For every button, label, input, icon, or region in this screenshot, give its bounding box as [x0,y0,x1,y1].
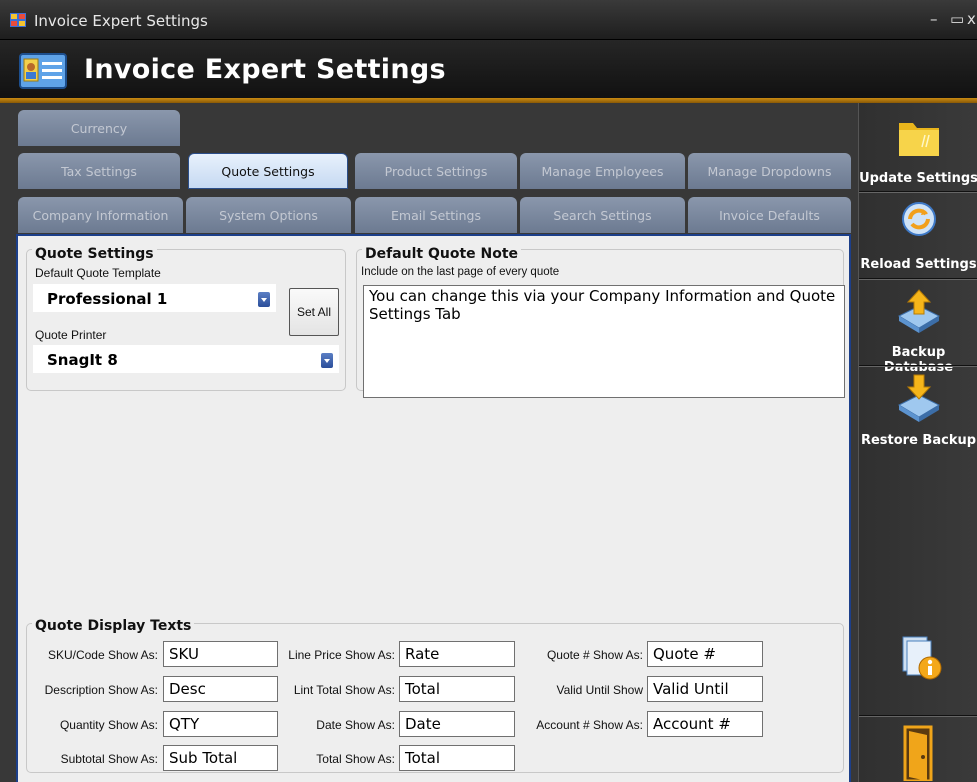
chevron-down-icon[interactable] [321,353,333,368]
sku-label: SKU/Code Show As: [47,648,158,662]
total-input[interactable]: Total [399,745,515,771]
sidebar-separator [859,191,977,193]
quote-printer-label: Quote Printer [35,328,107,342]
quote-printer-select[interactable]: SnagIt 8 [33,345,339,373]
exit-door-icon [903,725,933,781]
backup-icon [897,289,941,333]
update-settings-button[interactable]: Update Settings [859,111,977,193]
exit-button[interactable] [859,719,977,782]
about-button[interactable] [859,625,977,700]
backup-database-button[interactable]: Backup Database [859,282,977,375]
sidebar-separator [859,715,977,717]
set-all-button[interactable]: Set All [289,288,339,336]
default-template-select[interactable]: Professional 1 [33,284,276,312]
maximize-button[interactable]: ▭ [950,10,964,28]
quote-printer-value: SnagIt 8 [47,351,118,369]
default-template-label: Default Quote Template [35,266,161,280]
description-input[interactable]: Desc [163,676,278,702]
account-number-input[interactable]: Account # [647,711,763,737]
tab-invoice-defaults[interactable]: Invoice Defaults [688,197,851,233]
default-note-title: Default Quote Note [362,246,522,262]
tab-product-settings[interactable]: Product Settings [355,153,517,189]
date-input[interactable]: Date [399,711,515,737]
account-number-label: Account # Show As: [536,718,643,732]
tab-email-settings[interactable]: Email Settings [355,197,517,233]
restore-backup-button[interactable]: Restore Backup [859,369,977,454]
line-total-input[interactable]: Total [399,676,515,702]
total-label: Total Show As: [316,752,395,766]
quote-settings-group: Quote Settings Default Quote Template Pr… [26,246,346,391]
date-label: Date Show As: [316,718,395,732]
folder-icon [899,123,939,156]
line-price-label: Line Price Show As: [288,648,395,662]
quote-display-texts-group: Quote Display Texts SKU/Code Show As: SK… [26,618,844,773]
tab-tax-settings[interactable]: Tax Settings [18,153,180,189]
window-title: Invoice Expert Settings [34,12,208,30]
sku-input[interactable]: SKU [163,641,278,667]
quantity-label: Quantity Show As: [59,718,158,732]
header-title: Invoice Expert Settings [84,54,446,85]
sidebar-separator [859,278,977,280]
default-template-value: Professional 1 [47,290,168,308]
info-icon [902,636,942,680]
settings-card-icon [19,53,67,89]
tab-currency[interactable]: Currency [18,110,180,146]
default-quote-note-group: Default Quote Note Include on the last p… [356,246,845,398]
tab-manage-employees[interactable]: Manage Employees [520,153,685,189]
valid-until-input[interactable]: Valid Until [647,676,763,702]
title-bar: Invoice Expert Settings – ▭ x [0,0,977,40]
default-note-hint: Include on the last page of every quote [361,266,560,278]
subtotal-label: Subtotal Show As: [60,752,158,766]
actions-sidebar: Update Settings Reload Settings Backup D… [858,103,977,782]
minimize-button[interactable]: – [930,10,938,28]
reload-settings-button[interactable]: Reload Settings [859,195,977,280]
quote-number-label: Quote # Show As: [546,648,643,662]
tab-quote-settings[interactable]: Quote Settings [188,153,348,189]
valid-until-label: Valid Until Show [556,683,643,697]
close-button[interactable]: x [967,10,976,28]
restore-icon [897,374,941,422]
tab-company-information[interactable]: Company Information [18,197,183,233]
tab-manage-dropdowns[interactable]: Manage Dropdowns [688,153,851,189]
sidebar-separator [859,365,977,367]
tab-system-options[interactable]: System Options [186,197,351,233]
quote-number-input[interactable]: Quote # [647,641,763,667]
quantity-input[interactable]: QTY [163,711,278,737]
tab-search-settings[interactable]: Search Settings [520,197,685,233]
quote-settings-title: Quote Settings [32,246,157,262]
line-total-label: Lint Total Show As: [293,683,395,697]
chevron-down-icon[interactable] [258,292,270,307]
subtotal-input[interactable]: Sub Total [163,745,278,771]
description-label: Description Show As: [44,683,158,697]
app-header: Invoice Expert Settings [0,40,977,98]
app-icon [10,13,26,27]
default-note-textarea[interactable]: You can change this via your Company Inf… [363,285,845,398]
reload-icon [902,202,936,236]
display-texts-title: Quote Display Texts [32,618,195,634]
line-price-input[interactable]: Rate [399,641,515,667]
quote-settings-panel: Quote Settings Default Quote Template Pr… [16,234,851,782]
